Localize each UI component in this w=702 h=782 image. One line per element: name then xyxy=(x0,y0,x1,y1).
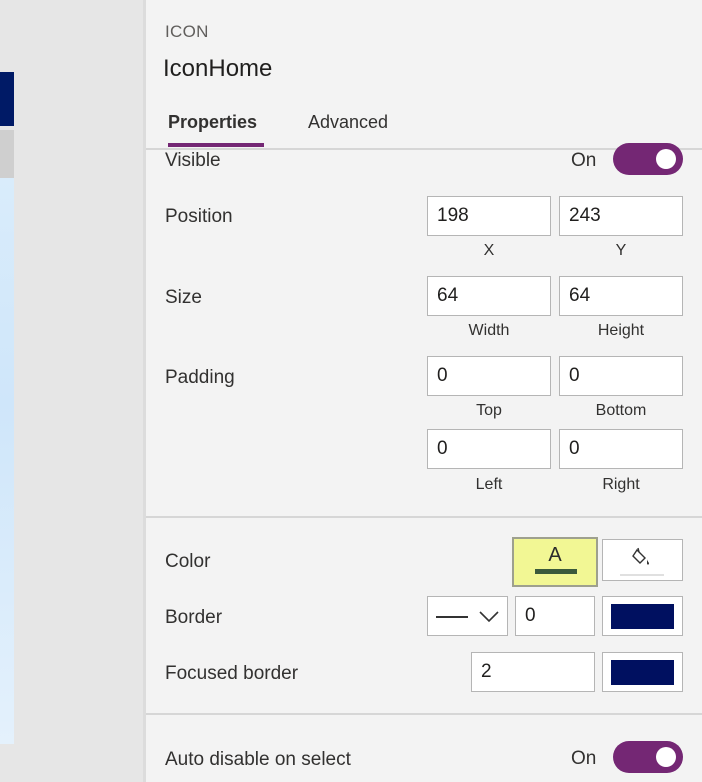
position-y-input[interactable]: 243 xyxy=(559,196,683,236)
padding-bottom-input[interactable]: 0 xyxy=(559,356,683,396)
border-style-select[interactable] xyxy=(427,596,508,636)
position-y-label: Y xyxy=(615,242,627,259)
padding-bottom-label: Bottom xyxy=(595,402,647,419)
font-color-icon: A xyxy=(548,544,562,566)
fill-color-swatch xyxy=(620,574,664,576)
control-type-label: ICON xyxy=(165,22,209,41)
section-divider xyxy=(146,713,702,715)
focused-border-label: Focused border xyxy=(165,663,299,684)
focused-border-color-swatch xyxy=(611,660,674,685)
toggle-knob xyxy=(656,149,676,169)
padding-top-label: Top xyxy=(476,402,502,419)
padding-right-label: Right xyxy=(602,476,640,493)
focused-border-thickness-input[interactable]: 2 xyxy=(471,652,595,692)
toggle-knob xyxy=(656,747,676,767)
canvas-area xyxy=(0,0,144,782)
border-color-picker[interactable] xyxy=(602,596,683,636)
canvas-toolbar-strip xyxy=(0,130,14,178)
tab-properties[interactable]: Properties xyxy=(168,112,257,133)
solid-line-icon xyxy=(436,616,468,618)
border-thickness-input[interactable]: 0 xyxy=(515,596,595,636)
chevron-down-icon xyxy=(479,611,499,623)
position-label: Position xyxy=(165,206,233,227)
size-height-input[interactable]: 64 xyxy=(559,276,683,316)
active-tab-indicator xyxy=(168,143,264,147)
position-x-input[interactable]: 198 xyxy=(427,196,551,236)
padding-right-input[interactable]: 0 xyxy=(559,429,683,469)
control-name[interactable]: IconHome xyxy=(163,55,272,83)
padding-left-input[interactable]: 0 xyxy=(427,429,551,469)
font-color-swatch xyxy=(535,569,577,574)
properties-panel: ICON IconHome Properties Advanced Visibl… xyxy=(146,0,702,782)
visible-label: Visible xyxy=(165,150,221,171)
color-label: Color xyxy=(165,551,211,572)
size-label: Size xyxy=(165,287,202,308)
size-height-label: Height xyxy=(597,322,645,339)
tab-advanced[interactable]: Advanced xyxy=(308,112,388,133)
auto-disable-toggle[interactable] xyxy=(613,741,683,773)
border-color-swatch xyxy=(611,604,674,629)
section-divider xyxy=(146,516,702,518)
paint-bucket-icon xyxy=(632,547,649,565)
auto-disable-state: On xyxy=(571,748,597,769)
focused-border-color-picker[interactable] xyxy=(602,652,683,692)
canvas-header-bar xyxy=(0,72,14,126)
canvas-screen-preview[interactable] xyxy=(0,178,14,744)
font-color-button[interactable]: A xyxy=(512,537,598,587)
position-x-label: X xyxy=(483,242,495,259)
padding-top-input[interactable]: 0 xyxy=(427,356,551,396)
visible-toggle[interactable] xyxy=(613,143,683,175)
panel-tabs: Properties Advanced xyxy=(146,96,702,150)
auto-disable-label: Auto disable on select xyxy=(165,749,351,770)
size-width-label: Width xyxy=(468,322,510,339)
size-width-input[interactable]: 64 xyxy=(427,276,551,316)
border-label: Border xyxy=(165,607,223,628)
fill-color-button[interactable] xyxy=(602,539,683,581)
padding-label: Padding xyxy=(165,367,235,388)
padding-left-label: Left xyxy=(475,476,503,493)
visible-state: On xyxy=(571,150,597,171)
